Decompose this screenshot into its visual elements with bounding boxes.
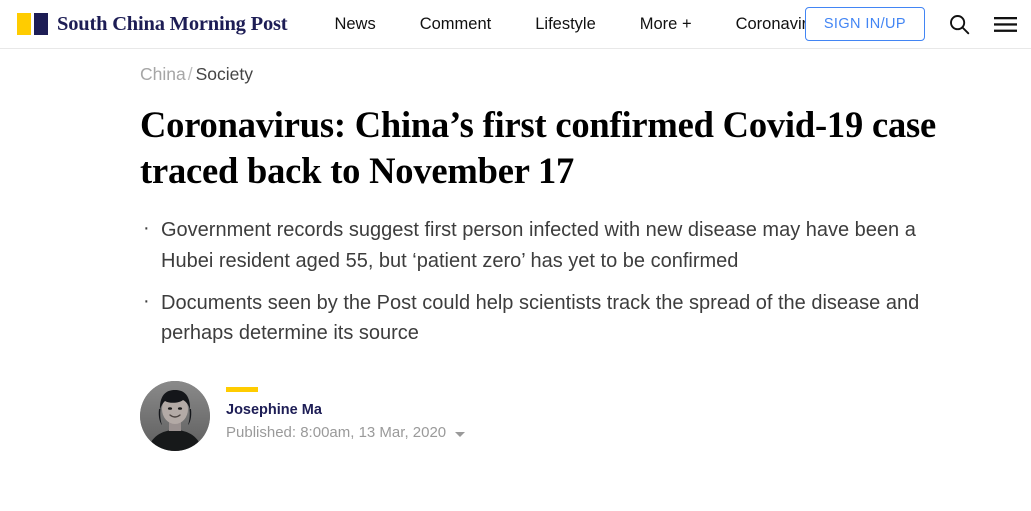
breadcrumb: China / Society [140, 64, 971, 84]
nav-item-news[interactable]: News [334, 15, 375, 34]
article-summary-list: Government records suggest first person … [140, 213, 940, 349]
author-name-link[interactable]: Josephine Ma [226, 401, 322, 419]
hamburger-menu-icon [993, 16, 1017, 33]
summary-bullet: Documents seen by the Post could help sc… [140, 286, 940, 349]
search-icon [949, 14, 970, 35]
breadcrumb-separator: / [187, 64, 193, 84]
main-navigation: News Comment Lifestyle More + Coronaviru… [334, 15, 824, 34]
breadcrumb-item-china[interactable]: China [140, 64, 186, 84]
author-avatar[interactable] [140, 380, 210, 451]
publish-date-toggle[interactable]: Published: 8:00am, 13 Mar, 2020 [226, 423, 466, 443]
site-header: South China Morning Post News Comment Li… [0, 0, 1031, 49]
header-actions: SIGN IN/UP [804, 0, 1017, 48]
nav-item-more[interactable]: More + [640, 15, 692, 34]
site-title: South China Morning Post [57, 12, 288, 35]
search-button[interactable] [947, 12, 971, 36]
byline-text: Josephine Ma Published: 8:00am, 13 Mar, … [226, 381, 466, 443]
sign-in-up-button[interactable]: SIGN IN/UP [804, 7, 925, 41]
summary-bullet: Government records suggest first person … [140, 213, 940, 276]
nav-item-lifestyle[interactable]: Lifestyle [535, 15, 596, 34]
nav-item-comment[interactable]: Comment [420, 15, 492, 34]
article-headline: Coronavirus: China’s first confirmed Cov… [140, 103, 936, 191]
article-container: China / Society Coronavirus: China’s first… [0, 49, 1031, 451]
logo-square-yellow [17, 13, 31, 35]
scmp-logo-mark [17, 13, 48, 35]
avatar-portrait-image [140, 380, 210, 451]
byline-accent-bar [226, 386, 258, 392]
menu-button[interactable] [993, 12, 1017, 36]
chevron-down-icon [455, 431, 466, 437]
publish-date: Published: 8:00am, 13 Mar, 2020 [226, 423, 447, 441]
article-byline: Josephine Ma Published: 8:00am, 13 Mar, … [140, 380, 971, 451]
site-logo-link[interactable]: South China Morning Post [17, 12, 288, 36]
logo-square-navy [34, 13, 48, 35]
breadcrumb-item-society[interactable]: Society [196, 64, 253, 84]
